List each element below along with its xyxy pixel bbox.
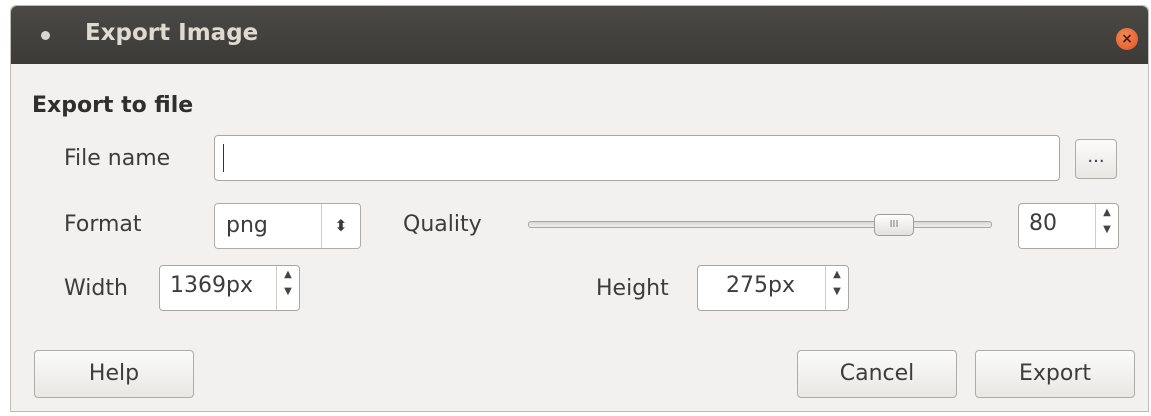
spin-arrows-icon[interactable]: ▲ ▼ xyxy=(825,266,848,310)
cancel-button[interactable]: Cancel xyxy=(797,350,957,398)
quality-value: 80 xyxy=(1029,211,1057,236)
height-label: Height xyxy=(596,276,669,301)
help-button[interactable]: Help xyxy=(34,350,194,398)
width-label: Width xyxy=(64,276,128,301)
quality-label: Quality xyxy=(403,212,482,237)
text-caret xyxy=(223,144,224,172)
file-name-label: File name xyxy=(64,146,171,171)
title-bar[interactable]: Export Image × xyxy=(11,6,1148,64)
file-name-input[interactable] xyxy=(214,135,1060,181)
browse-button[interactable]: ... xyxy=(1075,139,1117,179)
format-label: Format xyxy=(64,212,142,237)
width-value: 1369px xyxy=(170,273,253,298)
window-menu-icon[interactable] xyxy=(41,31,50,40)
height-spinbox[interactable]: 275px ▲ ▼ xyxy=(697,265,849,311)
export-image-dialog: Export Image × Export to file File name … xyxy=(10,5,1149,412)
quality-spinbox[interactable]: 80 ▲ ▼ xyxy=(1018,203,1119,249)
format-combo[interactable]: png ⬍ xyxy=(214,203,361,249)
spin-arrows-icon[interactable]: ▲ ▼ xyxy=(1095,204,1118,248)
export-button[interactable]: Export xyxy=(975,350,1135,398)
quality-slider[interactable]: III xyxy=(528,214,992,236)
window-title: Export Image xyxy=(85,20,259,46)
chevron-updown-icon: ⬍ xyxy=(321,204,360,248)
slider-handle[interactable]: III xyxy=(874,214,914,236)
spin-arrows-icon[interactable]: ▲ ▼ xyxy=(276,266,299,310)
section-title: Export to file xyxy=(32,93,194,118)
format-value: png xyxy=(226,213,268,238)
height-value: 275px xyxy=(726,273,795,298)
width-spinbox[interactable]: 1369px ▲ ▼ xyxy=(159,265,300,311)
close-icon[interactable]: × xyxy=(1116,28,1138,50)
